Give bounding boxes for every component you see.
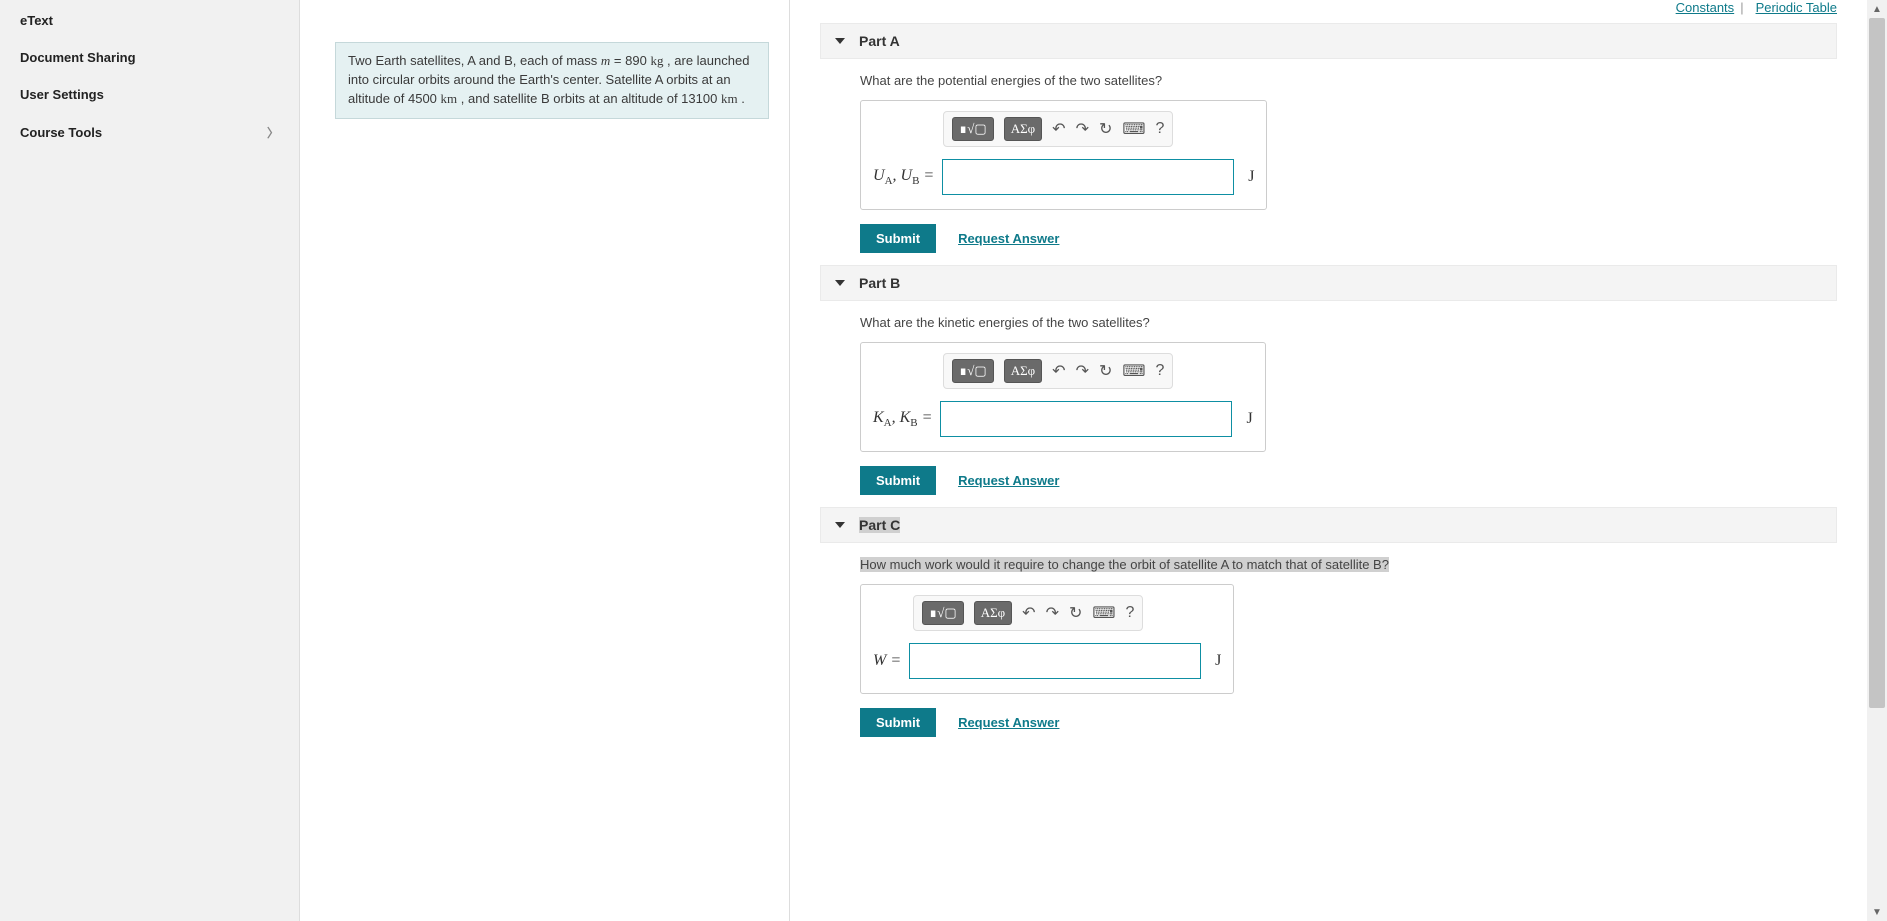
- chevron-right-icon: 〉: [267, 124, 279, 141]
- sidebar-item-label: User Settings: [20, 87, 104, 102]
- unit-km: km: [441, 91, 458, 106]
- root-template-button[interactable]: ∎√▢: [952, 359, 994, 383]
- answer-box: ∎√▢ ΑΣφ ↶ ↷ ↻ ⌨ ? W =: [860, 584, 1234, 694]
- part-b-question: What are the kinetic energies of the two…: [860, 315, 1837, 330]
- answer-box: ∎√▢ ΑΣφ ↶ ↷ ↻ ⌨ ? KA,: [860, 342, 1266, 452]
- answer-column: Constants|Periodic Table Part A What are…: [790, 0, 1867, 921]
- part-c: Part C How much work would it require to…: [820, 507, 1837, 737]
- page-scrollbar[interactable]: ▲ ▼: [1867, 0, 1887, 921]
- undo-icon[interactable]: ↶: [1052, 361, 1065, 381]
- content: Two Earth satellites, A and B, each of m…: [300, 0, 1867, 921]
- root-template-button[interactable]: ∎√▢: [922, 601, 964, 625]
- problem-column: Two Earth satellites, A and B, each of m…: [300, 0, 790, 921]
- part-title: Part C: [859, 517, 900, 533]
- submit-button[interactable]: Submit: [860, 224, 936, 253]
- redo-icon[interactable]: ↷: [1046, 603, 1059, 623]
- request-answer-link[interactable]: Request Answer: [958, 231, 1059, 246]
- submit-button[interactable]: Submit: [860, 466, 936, 495]
- constants-link[interactable]: Constants: [1676, 0, 1735, 15]
- sidebar: eText Document Sharing User Settings Cou…: [0, 0, 300, 921]
- keyboard-icon[interactable]: ⌨: [1092, 603, 1115, 623]
- app-root: eText Document Sharing User Settings Cou…: [0, 0, 1887, 921]
- greek-button[interactable]: ΑΣφ: [1004, 117, 1042, 141]
- text: = 890: [610, 53, 650, 68]
- keyboard-icon[interactable]: ⌨: [1122, 119, 1145, 139]
- reset-icon[interactable]: ↻: [1099, 361, 1112, 381]
- answer-input-c[interactable]: [909, 643, 1201, 679]
- greek-button[interactable]: ΑΣφ: [974, 601, 1012, 625]
- sidebar-item-etext[interactable]: eText: [0, 2, 299, 39]
- answer-unit: J: [1248, 168, 1254, 186]
- part-c-question: How much work would it require to change…: [860, 557, 1837, 572]
- sidebar-item-user-settings[interactable]: User Settings: [0, 76, 299, 113]
- redo-icon[interactable]: ↷: [1076, 119, 1089, 139]
- part-b: Part B What are the kinetic energies of …: [820, 265, 1837, 495]
- part-a-question: What are the potential energies of the t…: [860, 73, 1837, 88]
- part-b-header[interactable]: Part B: [820, 265, 1837, 301]
- scroll-area[interactable]: Two Earth satellites, A and B, each of m…: [300, 0, 1867, 921]
- request-answer-link[interactable]: Request Answer: [958, 473, 1059, 488]
- equation-toolbar: ∎√▢ ΑΣφ ↶ ↷ ↻ ⌨ ?: [913, 595, 1143, 631]
- unit-km: km: [721, 91, 738, 106]
- sidebar-item-label: Document Sharing: [20, 50, 136, 65]
- text: Two Earth satellites, A and B, each of m…: [348, 53, 601, 68]
- answer-unit: J: [1246, 410, 1252, 428]
- sidebar-item-label: Course Tools: [20, 125, 102, 140]
- greek-button[interactable]: ΑΣφ: [1004, 359, 1042, 383]
- sidebar-item-course-tools[interactable]: Course Tools 〉: [0, 113, 299, 152]
- scroll-thumb[interactable]: [1869, 18, 1885, 708]
- problem-statement: Two Earth satellites, A and B, each of m…: [335, 42, 769, 119]
- reset-icon[interactable]: ↻: [1099, 119, 1112, 139]
- caret-down-icon: [835, 280, 845, 286]
- undo-icon[interactable]: ↶: [1052, 119, 1065, 139]
- part-title: Part A: [859, 33, 900, 49]
- scroll-up-icon[interactable]: ▲: [1867, 0, 1887, 18]
- part-title: Part B: [859, 275, 900, 291]
- equation-toolbar: ∎√▢ ΑΣφ ↶ ↷ ↻ ⌨ ?: [943, 111, 1173, 147]
- reference-links: Constants|Periodic Table: [820, 0, 1837, 23]
- scroll-down-icon[interactable]: ▼: [1867, 903, 1887, 921]
- sidebar-item-label: eText: [20, 13, 53, 28]
- text: .: [738, 91, 745, 106]
- sidebar-item-document-sharing[interactable]: Document Sharing: [0, 39, 299, 76]
- keyboard-icon[interactable]: ⌨: [1122, 361, 1145, 381]
- help-icon[interactable]: ?: [1125, 604, 1134, 622]
- reset-icon[interactable]: ↻: [1069, 603, 1082, 623]
- caret-down-icon: [835, 38, 845, 44]
- equation-toolbar: ∎√▢ ΑΣφ ↶ ↷ ↻ ⌨ ?: [943, 353, 1173, 389]
- var-m: m: [601, 53, 610, 68]
- answer-unit: J: [1215, 652, 1221, 670]
- answer-label: UA, UB =: [873, 167, 934, 187]
- answer-input-b[interactable]: [940, 401, 1232, 437]
- part-a: Part A What are the potential energies o…: [820, 23, 1837, 253]
- help-icon[interactable]: ?: [1155, 120, 1164, 138]
- scroll-track[interactable]: [1867, 18, 1887, 903]
- main: Two Earth satellites, A and B, each of m…: [300, 0, 1887, 921]
- caret-down-icon: [835, 522, 845, 528]
- answer-label: KA, KB =: [873, 409, 932, 429]
- part-c-header[interactable]: Part C: [820, 507, 1837, 543]
- help-icon[interactable]: ?: [1155, 362, 1164, 380]
- answer-input-a[interactable]: [942, 159, 1234, 195]
- unit-kg: kg: [650, 53, 663, 68]
- submit-button[interactable]: Submit: [860, 708, 936, 737]
- highlight-text: How much work would it require to change…: [860, 557, 1389, 572]
- redo-icon[interactable]: ↷: [1076, 361, 1089, 381]
- answer-label: W =: [873, 652, 901, 670]
- text: , and satellite B orbits at an altitude …: [457, 91, 721, 106]
- root-template-button[interactable]: ∎√▢: [952, 117, 994, 141]
- answer-box: ∎√▢ ΑΣφ ↶ ↷ ↻ ⌨ ? UA,: [860, 100, 1267, 210]
- request-answer-link[interactable]: Request Answer: [958, 715, 1059, 730]
- part-a-header[interactable]: Part A: [820, 23, 1837, 59]
- undo-icon[interactable]: ↶: [1022, 603, 1035, 623]
- periodic-table-link[interactable]: Periodic Table: [1756, 0, 1837, 15]
